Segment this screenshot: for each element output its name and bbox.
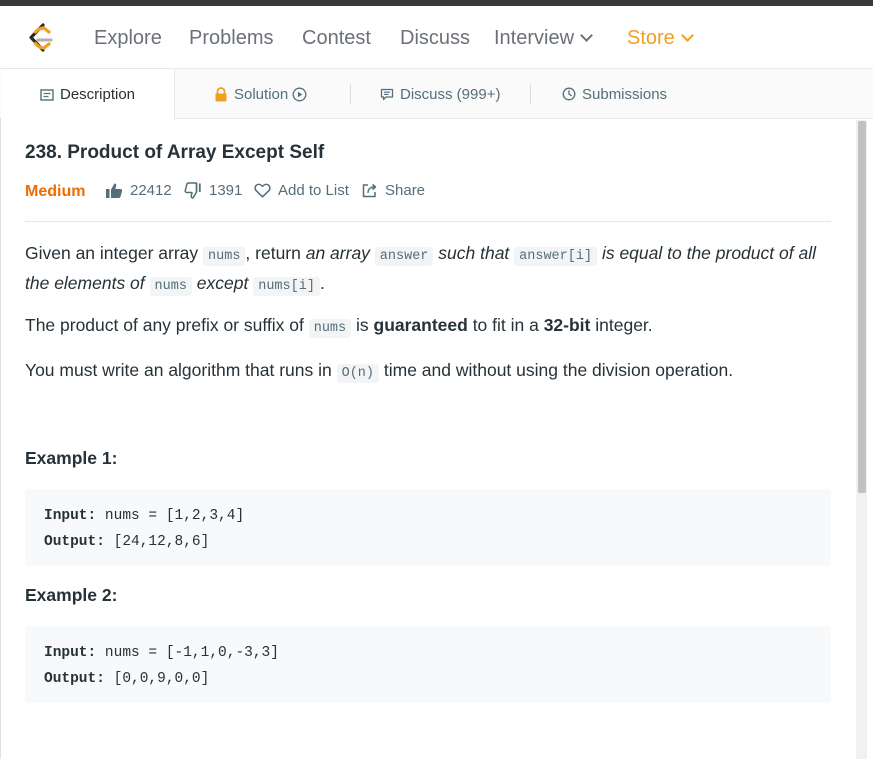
example-1-output: Output: [24,12,8,6] [44, 529, 812, 555]
tab-solution[interactable]: Solution [214, 69, 307, 119]
top-navbar: Explore Problems Contest Discuss Intervi… [0, 6, 873, 69]
left-border [0, 69, 1, 759]
example-2-title: Example 2: [25, 585, 118, 605]
nav-problems[interactable]: Problems [189, 26, 273, 50]
output-value: [24,12,8,6] [104, 534, 210, 550]
nav-explore[interactable]: Explore [94, 26, 162, 50]
thumbs-down-icon [184, 182, 201, 199]
inline-code: nums[i] [253, 277, 320, 296]
inline-code: answer[i] [514, 247, 598, 266]
scrollbar-thumb[interactable] [858, 121, 866, 493]
leetcode-logo-icon[interactable] [26, 22, 56, 54]
example-2-output: Output: [0,0,9,0,0] [44, 666, 812, 692]
problem-meta: Medium 22412 1391 Add to List Share [25, 182, 831, 202]
lock-icon [215, 86, 227, 101]
text: to fit in a [467, 315, 544, 335]
tab-description-label: Description [60, 86, 136, 103]
description-paragraph-1: Given an integer array nums, return an a… [25, 240, 831, 300]
like-button[interactable]: 22412 [105, 182, 172, 199]
example-1-input: Input: nums = [1,2,3,4] [44, 503, 812, 529]
text: , return [245, 243, 306, 263]
chevron-down-icon [580, 29, 593, 42]
dislike-button[interactable]: 1391 [184, 182, 242, 199]
description-icon [40, 88, 54, 101]
inline-code: answer [374, 247, 434, 266]
add-to-list-button[interactable]: Add to List [254, 182, 349, 199]
text: The product of any prefix or suffix of [25, 315, 309, 335]
output-label: Output: [44, 534, 105, 550]
share-label: Share [385, 182, 426, 199]
input-label: Input: [44, 645, 97, 661]
text: integer. [590, 315, 653, 335]
thumbs-up-icon [106, 183, 123, 198]
nav-contest[interactable]: Contest [302, 26, 371, 50]
example-2-input: Input: nums = [-1,1,0,-3,3] [44, 640, 812, 666]
tab-separator [350, 84, 351, 104]
example-1-title: Example 1: [25, 448, 118, 468]
tab-description[interactable]: Description [1, 69, 175, 120]
nav-interview-label: Interview [494, 27, 575, 49]
example-1-block: Input: nums = [1,2,3,4] Output: [24,12,8… [25, 489, 831, 566]
meta-divider [25, 221, 831, 222]
bold-text: 32-bit [543, 315, 591, 335]
problem-title: 238. Product of Array Except Self [25, 142, 325, 163]
text: Given an integer array [25, 243, 204, 263]
text: . [319, 273, 325, 293]
tab-submissions-label: Submissions [582, 85, 668, 103]
tab-discuss[interactable]: Discuss (999+) [380, 69, 500, 119]
output-value: [0,0,9,0,0] [104, 671, 210, 687]
play-circle-icon [292, 87, 307, 101]
tab-submissions[interactable]: Submissions [562, 69, 667, 119]
dislike-count: 1391 [209, 182, 243, 199]
share-icon [362, 183, 377, 198]
problem-tabs: Description Solution Discuss (999+) Subm… [0, 69, 873, 120]
emphasis-text: such that [433, 243, 515, 263]
nav-store-label: Store [627, 27, 675, 49]
tab-discuss-label: Discuss (999+) [400, 85, 501, 103]
bold-text: guaranteed [373, 315, 468, 335]
text: You must write an algorithm that runs in [25, 360, 337, 380]
description-paragraph-2: The product of any prefix or suffix of n… [25, 312, 831, 342]
heart-icon [254, 183, 271, 198]
comment-icon [380, 88, 394, 100]
example-2-block: Input: nums = [-1,1,0,-3,3] Output: [0,0… [25, 626, 831, 703]
tab-solution-label: Solution [234, 85, 289, 103]
emphasis-text: except [191, 273, 254, 293]
like-count: 22412 [130, 182, 172, 199]
inline-code: nums [308, 319, 352, 338]
chevron-down-icon [680, 29, 694, 42]
inline-code: nums [149, 277, 192, 296]
nav-interview[interactable]: Interview [494, 26, 593, 50]
nav-store[interactable]: Store [627, 26, 694, 50]
input-label: Input: [44, 508, 97, 524]
input-value: nums = [1,2,3,4] [96, 508, 245, 524]
text: time and without using the division oper… [379, 360, 734, 380]
share-button[interactable]: Share [362, 182, 425, 199]
add-to-list-label: Add to List [278, 182, 349, 199]
difficulty-badge: Medium [25, 183, 86, 200]
text: is [351, 315, 374, 335]
description-paragraph-3: You must write an algorithm that runs in… [25, 357, 831, 387]
inline-code: nums [203, 247, 246, 266]
inline-code: O(n) [336, 364, 379, 383]
tab-separator [530, 84, 531, 104]
clock-icon [562, 87, 576, 101]
nav-discuss[interactable]: Discuss [400, 26, 470, 50]
emphasis-text: an array [305, 243, 375, 263]
output-label: Output: [44, 671, 105, 687]
input-value: nums = [-1,1,0,-3,3] [96, 645, 279, 661]
